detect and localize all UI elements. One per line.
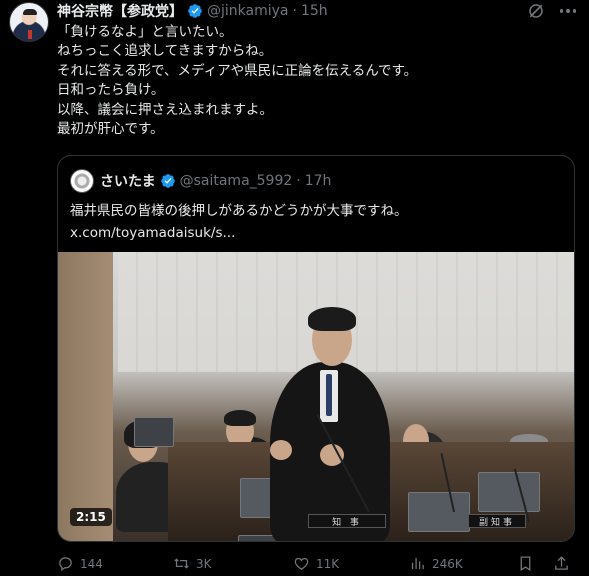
- separator-dot: ·: [292, 3, 297, 19]
- repost-button[interactable]: 3K: [173, 555, 212, 572]
- repost-icon: [174, 558, 189, 569]
- desk-monitor: [478, 472, 540, 512]
- quoted-author-avatar: [70, 169, 94, 193]
- heart-icon: [294, 557, 309, 570]
- analytics-icon: [411, 557, 424, 570]
- speaker-hand: [320, 444, 344, 466]
- quoted-tweet-card[interactable]: さいたま @saitama_5992 · 17h 福井県民の皆様の後押しがあるか…: [57, 155, 575, 542]
- avatar-tie: [28, 30, 32, 39]
- quoted-author-handle: @saitama_5992: [179, 173, 293, 189]
- quoted-tweet-timestamp: 17h: [304, 173, 332, 189]
- verified-icon: [188, 4, 202, 18]
- video-player[interactable]: 知 事 副知事 2:15: [58, 252, 574, 541]
- author-avatar[interactable]: [9, 2, 49, 42]
- tweet-text: 「負けるなよ」と言いたい。 ねちっこく追求してきますからね。 それに答える形で、…: [57, 24, 418, 138]
- quoted-author-name: さいたま: [100, 174, 156, 190]
- bookmark-icon: [520, 556, 531, 572]
- bookmark-button[interactable]: [517, 555, 534, 572]
- share-button[interactable]: [553, 555, 570, 572]
- author-name[interactable]: 神谷宗幣【参政党】: [57, 1, 183, 21]
- speaker-hand: [270, 440, 292, 460]
- nameplate-governor: 知 事: [308, 514, 386, 528]
- video-duration-badge: 2:15: [70, 508, 112, 526]
- views-button[interactable]: 246K: [409, 555, 463, 572]
- reply-icon: [59, 557, 72, 572]
- like-count: 11K: [316, 556, 340, 571]
- like-button[interactable]: 11K: [293, 555, 339, 572]
- audience-hair: [224, 410, 256, 426]
- desk-monitor: [408, 492, 470, 532]
- quoted-tweet-header: さいたま @saitama_5992 · 17h: [100, 170, 331, 192]
- grok-icon[interactable]: [527, 2, 545, 20]
- nameplate-vice-governor: 副知事: [468, 514, 526, 528]
- wall-panel-left: [58, 252, 113, 541]
- speaker-hair: [308, 307, 356, 331]
- quoted-tweet-link[interactable]: x.com/toyamadaisuk/s...: [70, 222, 235, 244]
- share-icon: [555, 556, 568, 570]
- separator-dot: ·: [296, 173, 301, 189]
- quoted-tweet-text: 福井県民の皆様の後押しがあるかどうかが大事ですね。: [70, 203, 408, 219]
- tweet-actions-bar: 144 3K 11K 246K: [57, 555, 577, 575]
- verified-icon: [160, 174, 175, 188]
- view-count: 246K: [432, 556, 463, 571]
- tweet-header: 神谷宗幣【参政党】 @jinkamiya · 15h: [57, 1, 328, 21]
- speaker-tie: [326, 374, 332, 416]
- repost-count: 3K: [196, 556, 212, 571]
- more-options-icon[interactable]: [556, 3, 580, 19]
- author-handle[interactable]: @jinkamiya: [207, 3, 288, 19]
- reply-button[interactable]: 144: [57, 555, 103, 572]
- avatar-hair: [23, 9, 37, 15]
- reply-count: 144: [80, 556, 103, 571]
- desk-monitor: [134, 417, 174, 447]
- tweet-timestamp[interactable]: 15h: [301, 3, 328, 19]
